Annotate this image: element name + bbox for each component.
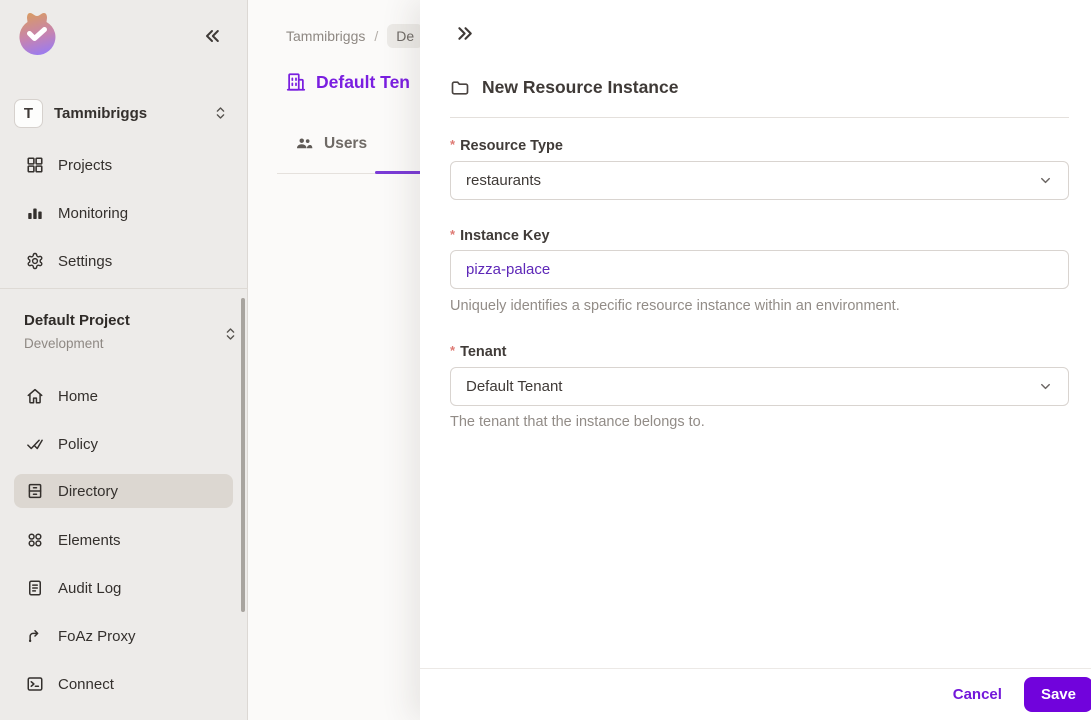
sidebar-item-label: Connect [58,675,114,693]
circles-icon [28,533,42,547]
resource-type-label: * Resource Type [450,137,563,154]
folder-icon [451,80,469,95]
chevron-down-icon [1041,383,1050,390]
cancel-button[interactable]: Cancel [953,686,1002,703]
tenant-label: * Tenant [450,343,507,360]
sidebar-item-label: Projects [58,156,113,174]
resource-type-value: restaurants [466,172,542,189]
project-selector[interactable]: Default Project Development [24,312,235,351]
sidebar-item-home[interactable]: Home [14,379,233,413]
cabinet-icon [28,483,42,499]
sidebar: T Tammibriggs Projects Monitoring Settin… [0,0,248,720]
project-name: Default Project [24,312,130,329]
sidebar-item-policy[interactable]: Policy [14,427,233,461]
save-button[interactable]: Save [1023,677,1091,712]
sidebar-item-projects[interactable]: Projects [14,148,233,182]
breadcrumb-project[interactable]: De [387,24,424,48]
sidebar-item-label: Policy [58,435,99,453]
chevron-up-down-icon [216,107,225,119]
breadcrumb-separator: / [374,28,379,44]
tab-users-label: Users [324,134,368,152]
sidebar-item-label: Monitoring [58,204,129,222]
resource-type-select[interactable]: restaurants [450,161,1069,200]
sidebar-item-label: Elements [58,531,121,549]
breadcrumb-workspace[interactable]: Tammibriggs [286,28,365,44]
panel-collapse-button[interactable] [452,20,478,46]
sidebar-item-label: Directory [58,482,119,500]
sidebar-item-directory[interactable]: Directory [14,474,233,508]
route-icon [28,630,39,643]
project-environment: Development [24,336,104,351]
sidebar-item-monitoring[interactable]: Monitoring [14,196,233,230]
home-icon [27,388,43,404]
gear-icon [27,252,43,270]
breadcrumb: Tammibriggs / De [286,24,424,48]
sidebar-item-label: FoAz Proxy [58,627,136,645]
sidebar-collapse-button[interactable] [198,22,226,50]
tenant-select[interactable]: Default Tenant [450,367,1069,406]
chevrons-left-icon [206,30,219,42]
terminal-icon [27,677,43,691]
tenant-value: Default Tenant [466,378,563,395]
new-resource-instance-panel: New Resource Instance * Resource Type res… [420,0,1091,720]
sidebar-item-label: Settings [58,252,113,270]
panel-footer: Cancel Save [420,668,1091,720]
permit-logo-icon[interactable] [14,10,60,56]
workspace-avatar: T [14,98,43,128]
required-asterisk: * [450,343,456,358]
users-icon [296,138,313,149]
instance-key-label: * Instance Key [450,227,550,244]
document-icon [29,580,41,596]
tab-users[interactable]: Users [295,134,367,153]
page-title-row: Default Ten [285,71,410,93]
panel-title: New Resource Instance [482,77,679,97]
required-asterisk: * [450,137,456,152]
sidebar-item-elements[interactable]: Elements [14,523,233,557]
instance-key-input[interactable] [450,250,1069,289]
workspace-name: Tammibriggs [54,104,148,122]
tenant-building-icon [286,73,306,91]
sidebar-scrollbar[interactable] [241,298,245,612]
tenant-helper: The tenant that the instance belongs to. [450,414,705,430]
sidebar-item-connect[interactable]: Connect [14,667,233,701]
bar-chart-icon [28,208,42,219]
panel-header-divider [450,117,1069,118]
chevron-down-icon [1041,177,1050,184]
sidebar-item-label: Home [58,387,99,405]
page-title: Default Ten [316,71,410,92]
required-asterisk: * [450,227,456,242]
sidebar-item-foaz-proxy[interactable]: FoAz Proxy [14,619,233,653]
panel-header: New Resource Instance [450,77,678,98]
sidebar-item-label: Audit Log [58,579,122,597]
sidebar-divider [0,288,248,289]
sidebar-item-settings[interactable]: Settings [14,244,233,278]
chevrons-right-icon [457,26,472,40]
instance-key-helper: Uniquely identifies a specific resource … [450,298,900,314]
workspace-selector[interactable]: T Tammibriggs [14,95,228,131]
grid-icon [27,157,43,173]
chevron-up-down-icon [226,328,235,340]
sidebar-item-audit-log[interactable]: Audit Log [14,571,233,605]
double-check-icon [27,439,43,450]
